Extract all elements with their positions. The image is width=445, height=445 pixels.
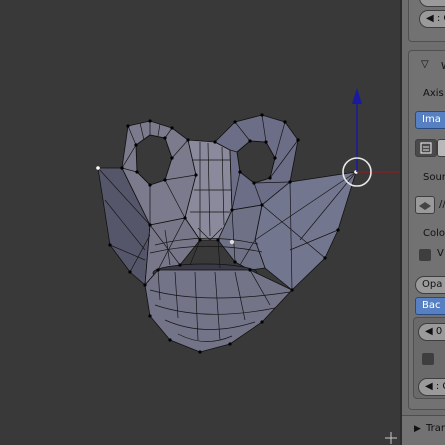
- top-panel: ◀ : C: [408, 0, 445, 42]
- source-label: Sourc: [423, 172, 445, 183]
- expand-triangle-icon[interactable]: ▶: [414, 424, 421, 434]
- z-axis-arrow-icon[interactable]: [352, 88, 362, 104]
- background-button[interactable]: Bac: [415, 297, 445, 315]
- option-checkbox[interactable]: [422, 353, 434, 365]
- mesh-canvas[interactable]: [0, 0, 400, 445]
- transform-label: Trar: [426, 423, 445, 434]
- cursor-icon: [385, 432, 397, 444]
- color-label: Color: [423, 228, 445, 239]
- top-dropdown[interactable]: [419, 0, 445, 7]
- top-field[interactable]: ◀ : C: [419, 10, 445, 28]
- selected-vertex[interactable]: [96, 166, 100, 170]
- bottom-field[interactable]: ◀ : C: [418, 378, 445, 396]
- source-icon-button[interactable]: [415, 196, 435, 214]
- properties-sidebar: ◀ : C ▽ W Axis: Ima Sourc // Color V Opa…: [400, 0, 445, 445]
- v-checkbox-label: V: [437, 248, 444, 259]
- 3d-viewport[interactable]: [0, 0, 400, 445]
- v-checkbox[interactable]: [419, 249, 431, 261]
- transform-panel-header[interactable]: ▶ Trar: [402, 415, 445, 445]
- number-field[interactable]: ◀ 0: [418, 323, 445, 341]
- image-icon: [420, 142, 432, 154]
- image-selector[interactable]: [437, 139, 445, 157]
- panel-title: W: [441, 61, 445, 72]
- file-browser-icon: [419, 202, 431, 210]
- image-icon-button[interactable]: [415, 139, 437, 157]
- source-path[interactable]: //: [439, 199, 445, 210]
- image-axis-button[interactable]: Ima: [415, 111, 445, 129]
- mesh-object[interactable]: [96, 113, 358, 354]
- collapse-triangle-icon[interactable]: ▽: [421, 59, 429, 70]
- opacity-button[interactable]: Opa: [415, 276, 445, 294]
- transform-manipulator[interactable]: [342, 88, 400, 187]
- pivot-point: [229, 239, 235, 245]
- settings-panel: ▽ W Axis: Ima Sourc // Color V Opa Bac ◀…: [408, 50, 445, 410]
- axis-label: Axis:: [423, 88, 445, 99]
- sub-panel: ◀ 0 ◀ : C: [413, 317, 445, 399]
